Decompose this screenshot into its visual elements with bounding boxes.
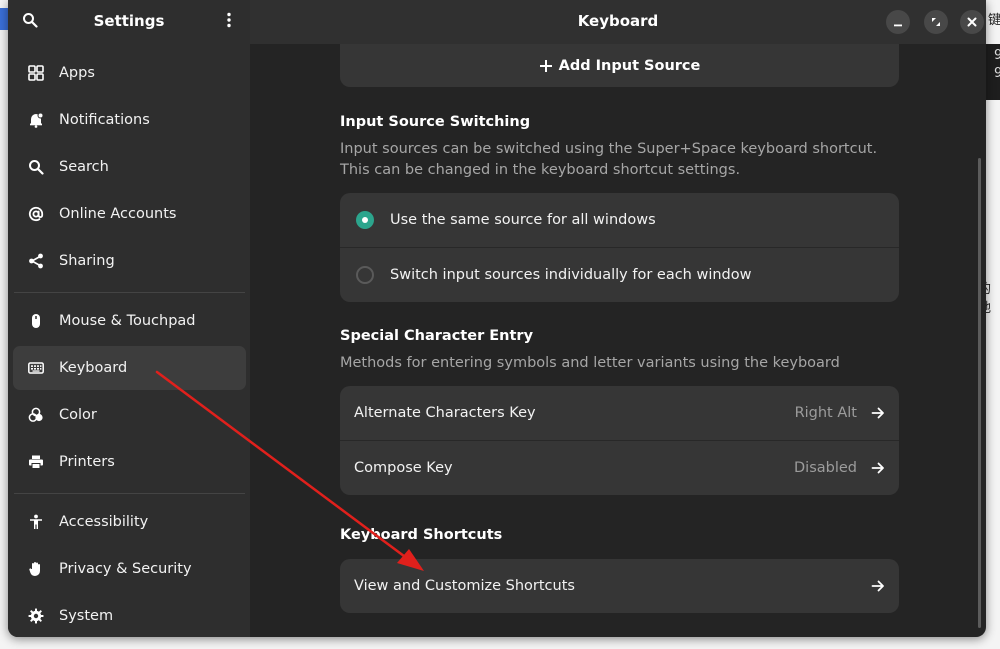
annotation-arrow [155,370,424,571]
